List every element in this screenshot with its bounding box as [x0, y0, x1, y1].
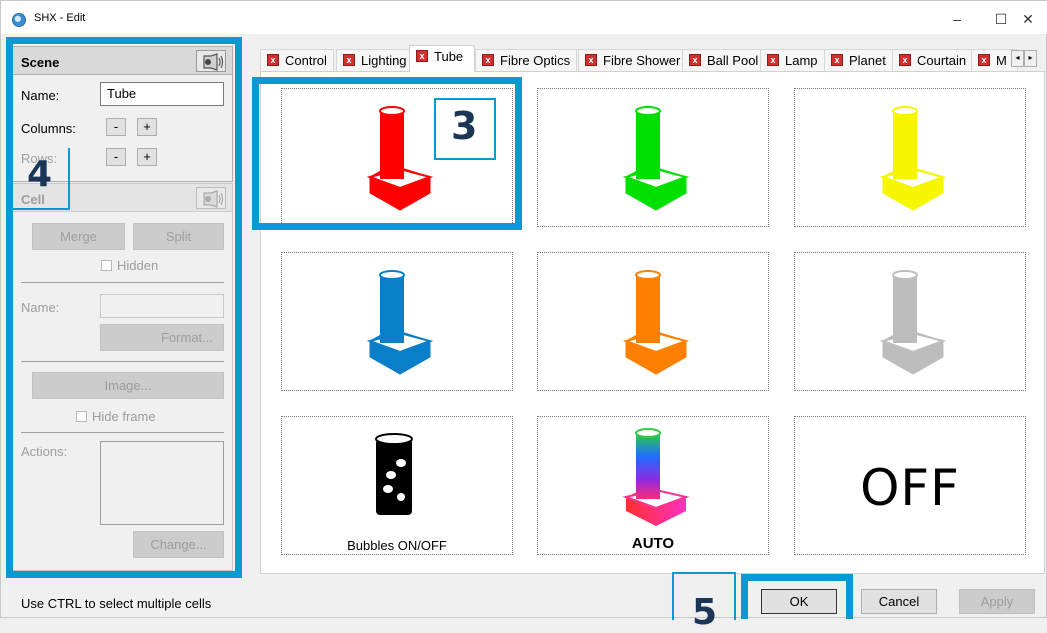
callout-box-4: 4 [13, 148, 70, 210]
blue-tube-icon [366, 270, 434, 375]
tab-close-icon[interactable]: x [267, 54, 279, 66]
minimize-button[interactable]: – [934, 5, 980, 33]
tab-scroll-left-button[interactable]: ◂ [1011, 50, 1024, 67]
grey-tube-icon [879, 270, 947, 375]
tab-close-icon[interactable]: x [482, 54, 494, 66]
green-tube-icon [622, 106, 690, 211]
grid-cell-grey[interactable] [794, 252, 1026, 391]
tab-label: Planet [849, 53, 886, 68]
tab-label: Lamp [785, 53, 818, 68]
tab-fibre-optics[interactable]: x Fibre Optics [475, 49, 578, 71]
callout-box-3: 3 [434, 98, 496, 160]
tab-close-icon[interactable]: x [343, 54, 355, 66]
tab-close-icon[interactable]: x [978, 54, 990, 66]
grid-cell-blue[interactable] [281, 252, 513, 391]
callout-4: 4 [27, 154, 53, 195]
tab-tube[interactable]: x Tube [409, 45, 475, 72]
off-text-icon: OFF [860, 459, 960, 517]
tab-control[interactable]: x Control [260, 49, 334, 71]
tab-label: Ball Pool [707, 53, 759, 68]
bubbles-caption: Bubbles ON/OFF [347, 538, 447, 553]
title-bar: SHX - Edit – ☐ ✕ [1, 1, 1047, 34]
tab-lighting[interactable]: x Lighting [336, 49, 414, 71]
tab-close-icon[interactable]: x [831, 54, 843, 66]
callout-box-5: 5 [672, 572, 736, 633]
tab-bar: x Control x Lighting x Tube x Fibre Optics x… [260, 45, 1045, 72]
grid-cell-yellow[interactable] [794, 88, 1026, 227]
tab-label: Fibre Shower [603, 53, 681, 68]
tab-label: M [996, 53, 1007, 68]
tab-label: Lighting [361, 53, 407, 68]
edit-window: SHX - Edit – ☐ ✕ Scene Name: Tube Column… [0, 0, 1047, 633]
close-button[interactable]: ✕ [1005, 5, 1047, 33]
ok-button[interactable]: OK [761, 589, 837, 614]
grid-cell-auto[interactable]: AUTO [537, 416, 769, 555]
tab-courtain[interactable]: x Courtain [892, 49, 974, 71]
tab-lamp[interactable]: x Lamp [760, 49, 825, 71]
tab-label: Courtain [917, 53, 967, 68]
tab-close-icon[interactable]: x [899, 54, 911, 66]
app-icon [12, 13, 26, 27]
orange-tube-icon [622, 270, 690, 375]
tab-label: Fibre Optics [500, 53, 571, 68]
auto-caption: AUTO [631, 535, 675, 552]
window-title: SHX - Edit [34, 12, 86, 24]
tab-close-icon[interactable]: x [689, 54, 701, 66]
grid-cell-off[interactable]: OFF [794, 416, 1026, 555]
grid-cell-bubbles[interactable]: Bubbles ON/OFF [281, 416, 513, 555]
bubbles-icon [375, 433, 413, 515]
tab-planet[interactable]: x Planet [824, 49, 893, 71]
callout-5: 5 [692, 592, 718, 633]
grid-cell-orange[interactable] [537, 252, 769, 391]
tab-scroll-right-button[interactable]: ▸ [1024, 50, 1037, 67]
tab-close-icon[interactable]: x [585, 54, 597, 66]
callout-3: 3 [451, 104, 478, 148]
tab-label: Tube [434, 49, 464, 64]
cancel-button[interactable]: Cancel [861, 589, 937, 614]
apply-button[interactable]: Apply [959, 589, 1035, 614]
tab-close-icon[interactable]: x [416, 50, 428, 62]
tab-ball-pool[interactable]: x Ball Pool [682, 49, 766, 71]
grid-cell-green[interactable] [537, 88, 769, 227]
tab-close-icon[interactable]: x [767, 54, 779, 66]
tab-fibre-shower[interactable]: x Fibre Shower [578, 49, 688, 71]
tab-label: Control [285, 53, 327, 68]
highlight-frame-4 [6, 37, 242, 578]
yellow-tube-icon [879, 106, 947, 211]
status-text: Use CTRL to select multiple cells [21, 596, 212, 611]
